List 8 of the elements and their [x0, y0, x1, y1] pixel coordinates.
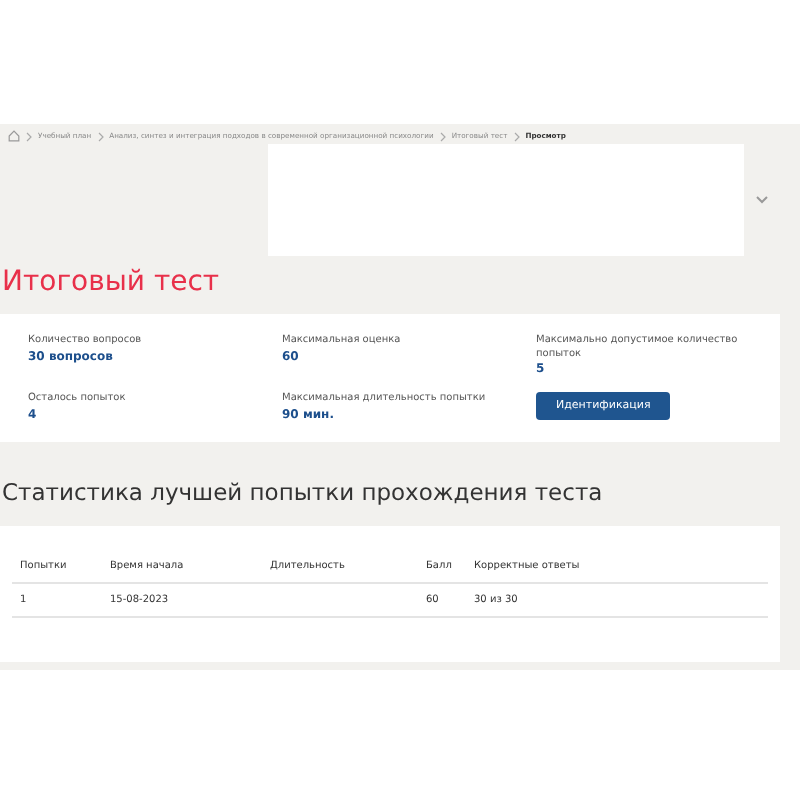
chevron-down-icon[interactable] — [756, 196, 768, 204]
home-icon[interactable] — [8, 130, 20, 142]
chevron-icon — [26, 131, 32, 141]
section-heading: Статистика лучшей попытки прохождения теста — [2, 477, 605, 505]
page-title: Итоговый тест — [0, 264, 222, 298]
chevron-icon — [439, 131, 446, 141]
chevron-icon — [513, 131, 520, 141]
chevron-icon — [97, 131, 104, 141]
